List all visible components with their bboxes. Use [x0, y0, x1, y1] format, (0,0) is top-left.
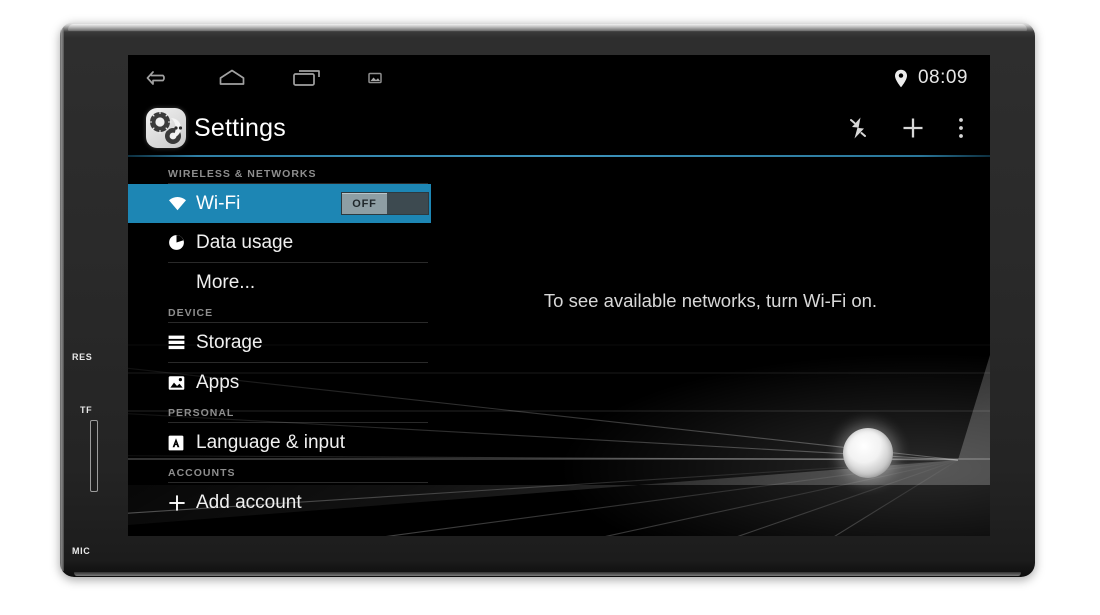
clock: 08:09 [917, 67, 968, 88]
device-top-chrome-trim [68, 24, 1027, 31]
sidebar-item-label: Wi-Fi [196, 192, 241, 214]
page-title: Settings [194, 113, 286, 142]
wifi-toggle-state: OFF [342, 193, 387, 214]
settings-gear-icon[interactable] [146, 108, 186, 148]
bezel-label-tf: TF [80, 405, 93, 415]
settings-list: WIRELESS & NETWORKS Wi-Fi OFF Data usage… [128, 157, 431, 536]
status-bar-right: 08:09 [894, 67, 990, 89]
sidebar-item-apps[interactable]: Apps [128, 363, 431, 402]
device-bottom-chrome-trim [74, 572, 1021, 576]
wifi-icon [168, 196, 190, 211]
apps-icon [168, 375, 190, 391]
sidebar-item-label: Add account [196, 491, 302, 513]
wifi-toggle[interactable]: OFF [341, 192, 429, 215]
action-bar-actions [848, 117, 990, 139]
data-usage-icon [168, 234, 190, 251]
sidebar-item-data-usage[interactable]: Data usage [128, 223, 431, 262]
add-icon[interactable] [902, 117, 924, 139]
wifi-detail-panel: To see available networks, turn Wi-Fi on… [431, 157, 990, 536]
tf-card-slot[interactable] [90, 420, 98, 492]
sidebar-item-label: Apps [196, 371, 240, 393]
bezel-label-mic: MIC [72, 546, 91, 556]
screenshot-icon[interactable] [368, 71, 382, 85]
volume-power-knob[interactable] [843, 428, 893, 478]
sidebar-item-more[interactable]: More... [128, 263, 431, 302]
device-left-edge-trim [60, 28, 64, 571]
sidebar-item-language-input[interactable]: Language & input [128, 423, 431, 462]
sidebar-item-add-account[interactable]: Add account [128, 483, 431, 522]
sidebar-item-label: Data usage [196, 231, 294, 253]
section-header-wireless: WIRELESS & NETWORKS [168, 168, 317, 180]
car-head-unit-device: RES TF MIC 08:09 Settings WIRELESS & NET… [60, 22, 1035, 577]
home-icon[interactable] [218, 68, 246, 88]
sidebar-item-label: Language & input [196, 431, 345, 453]
sidebar-item-storage[interactable]: Storage [128, 323, 431, 362]
language-input-icon [168, 435, 190, 451]
navigation-bar [128, 68, 382, 88]
section-header-device: DEVICE [168, 307, 214, 319]
empty-state-message: To see available networks, turn Wi-Fi on… [543, 290, 878, 311]
action-bar: Settings [128, 101, 990, 155]
plus-icon [168, 494, 190, 512]
storage-icon [168, 335, 190, 350]
sync-icon[interactable] [848, 117, 868, 139]
location-pin-icon [894, 69, 908, 88]
sidebar-item-wifi[interactable]: Wi-Fi OFF [128, 184, 431, 223]
bezel-label-res: RES [72, 352, 93, 362]
section-header-personal: PERSONAL [168, 407, 235, 419]
sidebar-item-label: More... [196, 271, 256, 293]
sidebar-item-label: Storage [196, 331, 263, 353]
recents-icon[interactable] [292, 68, 322, 88]
overflow-menu-icon[interactable] [958, 117, 964, 139]
section-header-accounts: ACCOUNTS [168, 467, 236, 479]
back-icon[interactable] [146, 68, 172, 88]
status-bar: 08:09 [128, 55, 990, 101]
